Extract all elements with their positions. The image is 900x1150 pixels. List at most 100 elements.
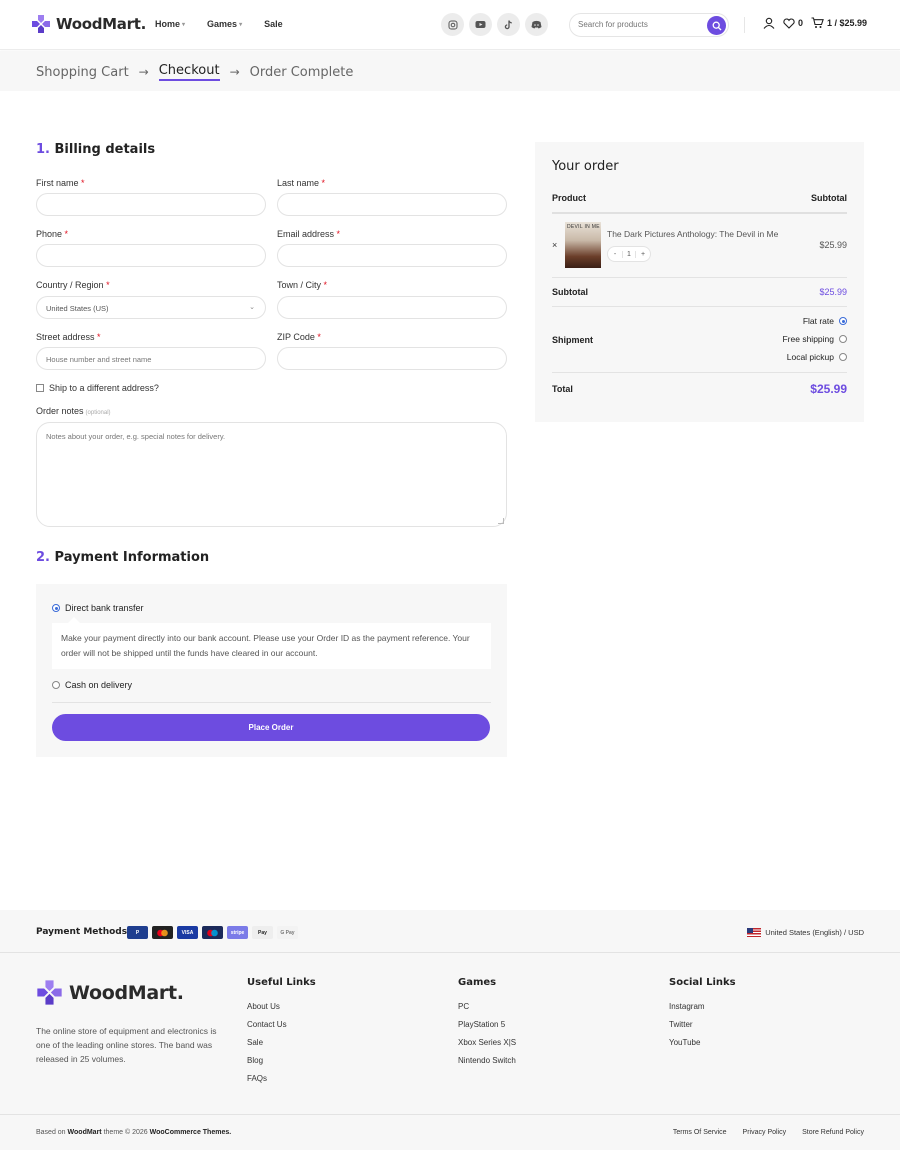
zip-field[interactable] [277, 347, 507, 370]
instagram-icon[interactable] [441, 13, 464, 36]
footer-link-ps5[interactable]: PlayStation 5 [458, 1020, 516, 1038]
footer-col-title: Games [458, 977, 497, 988]
footer-link-blog[interactable]: Blog [247, 1056, 316, 1074]
privacy-link[interactable]: Privacy Policy [743, 1129, 787, 1136]
footer-link-pc[interactable]: PC [458, 1002, 516, 1020]
footer-link-xbox[interactable]: Xbox Series X|S [458, 1038, 516, 1056]
payment-option-bank[interactable]: Direct bank transfer [52, 603, 144, 613]
copyright-prefix: Based on [36, 1129, 66, 1136]
footer-link-faqs[interactable]: FAQs [247, 1074, 316, 1092]
nav-home[interactable]: Home ▾ [155, 19, 185, 29]
wishlist-button[interactable]: 0 [783, 17, 804, 29]
shipping-flat-label: Flat rate [802, 316, 834, 326]
footer-link-switch[interactable]: Nintendo Switch [458, 1056, 516, 1074]
discord-icon[interactable] [525, 13, 548, 36]
main-nav: Home ▾ Games ▾ Sale [155, 19, 305, 29]
order-notes-textarea[interactable]: Notes about your order, e.g. special not… [36, 422, 507, 527]
nav-games[interactable]: Games ▾ [207, 19, 242, 29]
country-select[interactable]: United States (US) ⌄ [36, 296, 266, 319]
account-button[interactable] [763, 17, 775, 29]
footer-link-instagram[interactable]: Instagram [669, 1002, 736, 1020]
street-field[interactable]: House number and street name [36, 347, 266, 370]
first-name-label-text: First name [36, 178, 79, 188]
order-title: Your order [552, 159, 619, 174]
mastercard-icon [152, 926, 173, 939]
tiktok-icon[interactable] [497, 13, 520, 36]
chevron-down-icon: ▾ [239, 21, 243, 28]
refund-policy-link[interactable]: Store Refund Policy [802, 1129, 864, 1136]
brand-logo[interactable]: WoodMart. [31, 14, 146, 34]
footer-link-about-us[interactable]: About Us [247, 1002, 316, 1020]
shipping-option-free[interactable]: Free shipping [782, 334, 847, 344]
terms-link[interactable]: Terms Of Service [673, 1129, 727, 1136]
zip-label: ZIP Code * [277, 332, 321, 342]
payment-title: 2. Payment Information [36, 550, 209, 565]
radio-unselected[interactable] [52, 681, 60, 689]
chevron-down-icon: ⌄ [249, 304, 255, 311]
divider [0, 952, 900, 953]
radio-selected[interactable] [52, 604, 60, 612]
email-field[interactable] [277, 244, 507, 267]
subtotal-label: Subtotal [552, 287, 588, 297]
radio-unselected[interactable] [839, 335, 847, 343]
shipping-option-flat-rate[interactable]: Flat rate [803, 316, 847, 326]
cart-button[interactable]: 1 / $25.99 [811, 17, 867, 29]
place-order-button[interactable]: Place Order [52, 714, 490, 741]
footer-link-contact-us[interactable]: Contact Us [247, 1020, 316, 1038]
maestro-icon [202, 926, 223, 939]
resize-handle-icon[interactable] [498, 518, 504, 524]
total-value: $25.99 [810, 382, 847, 396]
ship-different-checkbox[interactable]: Ship to a different address? [36, 383, 159, 393]
step-checkout[interactable]: Checkout [158, 63, 220, 81]
divider [552, 212, 847, 214]
street-label: Street address * [36, 332, 101, 342]
phone-field[interactable] [36, 244, 266, 267]
nav-home-label: Home [155, 19, 181, 29]
radio-unselected[interactable] [839, 353, 847, 361]
email-label: Email address * [277, 229, 340, 239]
town-field[interactable] [277, 296, 507, 319]
required-mark: * [106, 280, 110, 290]
footer-logo[interactable]: WoodMart. [36, 979, 184, 1006]
zip-label-text: ZIP Code [277, 332, 315, 342]
paypal-icon: P [127, 926, 148, 939]
qty-decrease-button[interactable]: - [608, 251, 622, 258]
footer-col-title: Useful Links [247, 977, 316, 988]
wishlist-count: 0 [798, 18, 804, 28]
product-thumbnail[interactable]: DEVIL IN ME [565, 222, 601, 268]
legal-links: Terms Of Service Privacy Policy Store Re… [673, 1129, 864, 1136]
copyright-themes-link[interactable]: WooCommerce Themes. [150, 1129, 232, 1136]
phone-label-text: Phone [36, 229, 63, 239]
last-name-label: Last name * [277, 178, 325, 188]
divider [52, 702, 491, 703]
payment-bank-description: Make your payment directly into our bank… [52, 617, 491, 669]
payment-option-cod[interactable]: Cash on delivery [52, 680, 132, 690]
subtotal-row: Subtotal $25.99 [552, 287, 847, 297]
remove-item-button[interactable]: × [552, 240, 557, 250]
shipping-option-local-pickup[interactable]: Local pickup [787, 352, 847, 362]
divider [552, 372, 847, 373]
search-input[interactable] [578, 20, 698, 29]
first-name-field[interactable] [36, 193, 266, 216]
youtube-icon[interactable] [469, 13, 492, 36]
nav-sale[interactable]: Sale [264, 19, 283, 29]
last-name-field[interactable] [277, 193, 507, 216]
footer-link-youtube[interactable]: YouTube [669, 1038, 736, 1056]
qty-value[interactable]: 1 [622, 250, 636, 258]
footer-col-title: Social Links [669, 977, 736, 988]
locale-switcher[interactable]: United States (English) / USD [747, 928, 864, 937]
shipping-free-label: Free shipping [782, 334, 834, 344]
footer-link-twitter[interactable]: Twitter [669, 1020, 736, 1038]
product-name[interactable]: The Dark Pictures Anthology: The Devil i… [607, 229, 778, 239]
copyright-mid: theme © 2026 [103, 1129, 148, 1136]
qty-increase-button[interactable]: + [636, 251, 650, 258]
footer-link-sale[interactable]: Sale [247, 1038, 316, 1056]
radio-selected[interactable] [839, 317, 847, 325]
copyright-brand-link[interactable]: WoodMart [68, 1129, 102, 1136]
checkbox-box[interactable] [36, 384, 44, 392]
search-bar [569, 13, 729, 37]
step-shopping-cart[interactable]: Shopping Cart [36, 65, 129, 80]
search-button[interactable] [707, 16, 726, 35]
last-name-label-text: Last name [277, 178, 320, 188]
billing-number: 1. [36, 142, 50, 157]
